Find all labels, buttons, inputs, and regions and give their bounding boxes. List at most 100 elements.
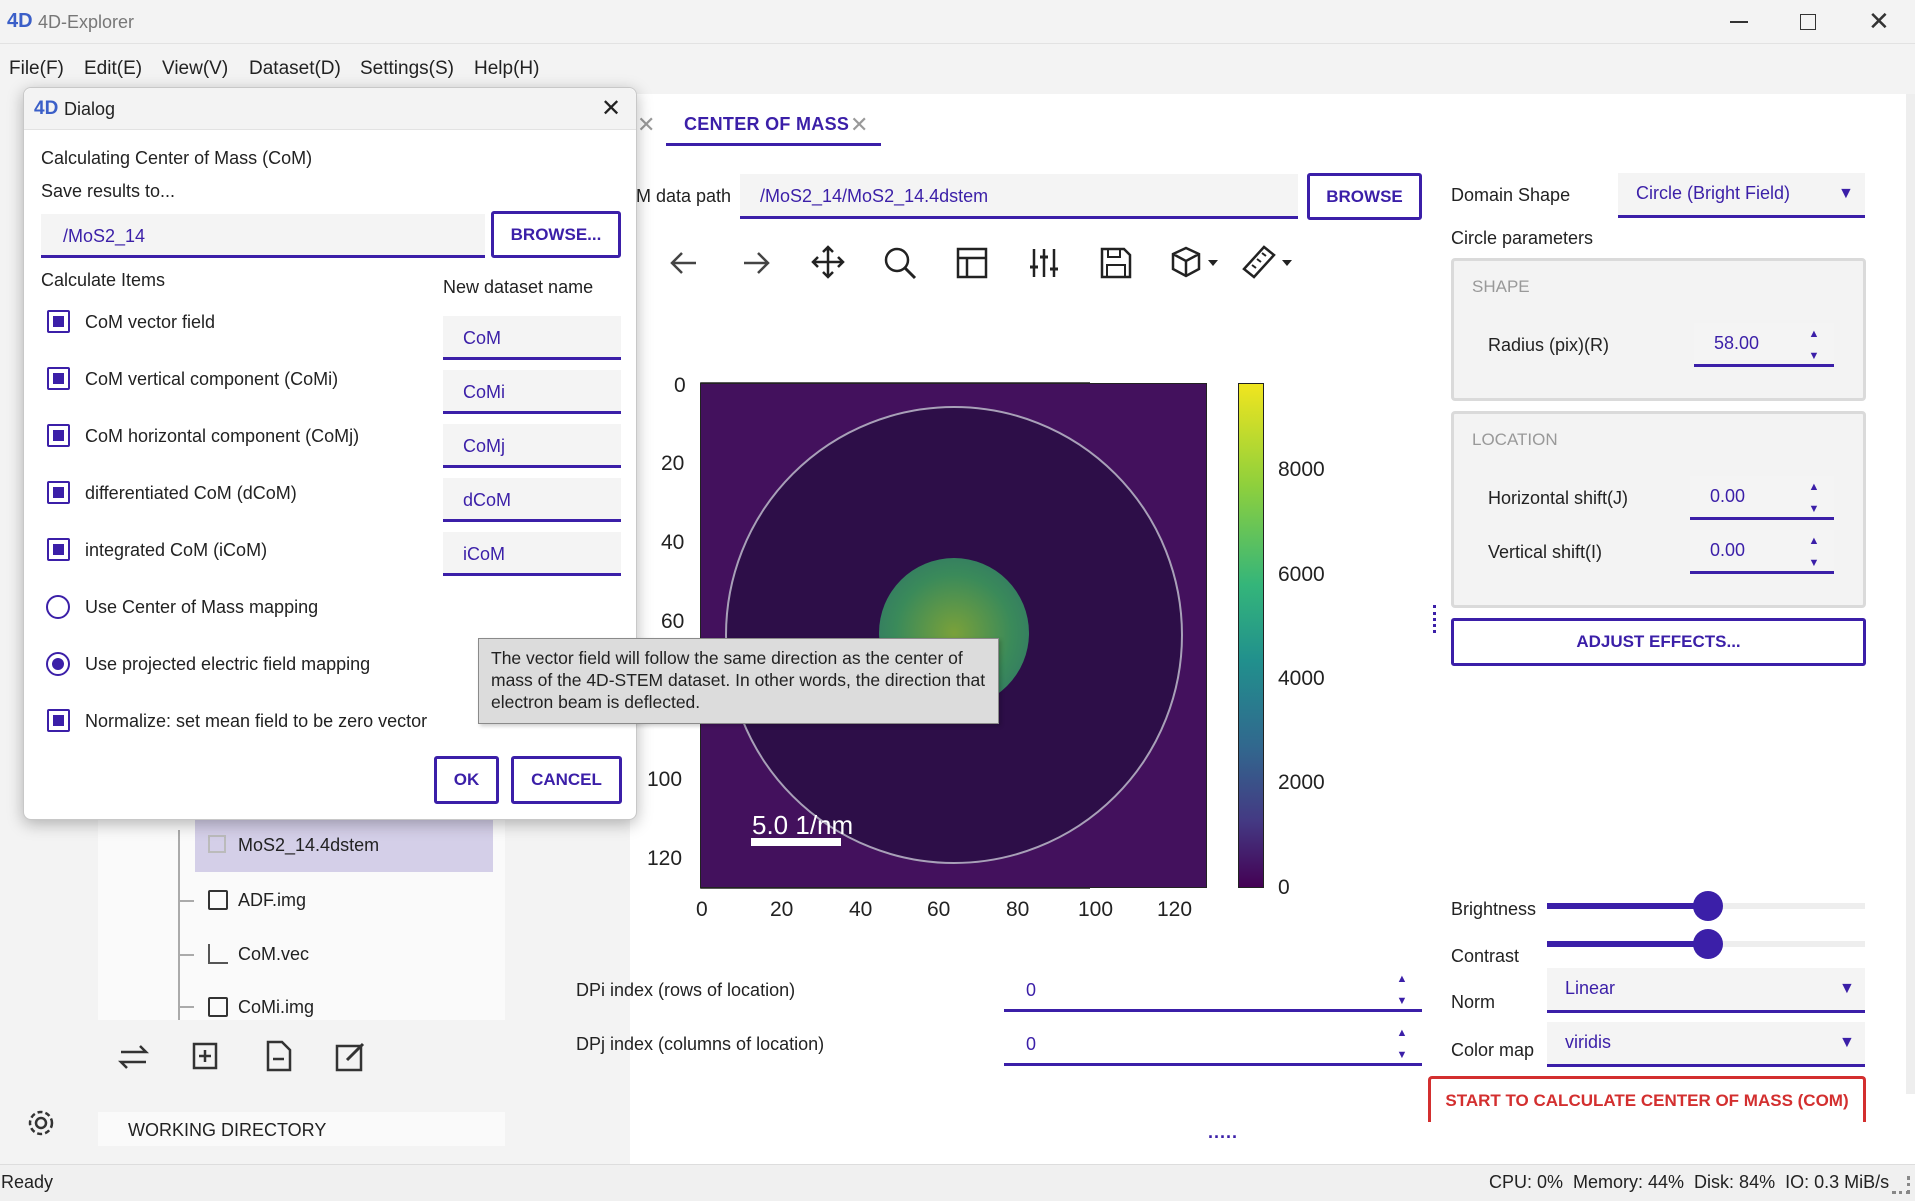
spin-arrows[interactable]: ▲ ▼ xyxy=(1806,323,1822,367)
maximize-icon[interactable] xyxy=(1800,14,1816,30)
dpi-input[interactable]: 0 ▲ ▼ xyxy=(1004,970,1422,1012)
icom-checkbox[interactable] xyxy=(47,538,70,561)
cancel-button[interactable]: CANCEL xyxy=(511,756,622,804)
hshift-input[interactable]: 0.00 ▲ ▼ xyxy=(1690,476,1834,520)
tree-item-label[interactable]: MoS2_14.4dstem xyxy=(238,835,379,856)
cube-dropdown-icon[interactable] xyxy=(1170,245,1222,279)
menu-settings[interactable]: Settings(S) xyxy=(360,58,454,80)
zoom-icon[interactable] xyxy=(883,246,917,280)
adjust-sliders-icon[interactable] xyxy=(1028,247,1060,279)
save-icon[interactable] xyxy=(1100,247,1132,279)
spin-arrows[interactable]: ▲ ▼ xyxy=(1806,476,1822,520)
comi-checkbox[interactable] xyxy=(47,367,70,390)
brightness-slider[interactable] xyxy=(1547,891,1865,921)
spin-arrows[interactable]: ▲ ▼ xyxy=(1806,530,1822,574)
image-icon xyxy=(208,890,228,910)
contrast-handle[interactable] xyxy=(1693,929,1723,959)
radius-label: Radius (pix)(R) xyxy=(1488,335,1610,355)
forward-arrow-icon[interactable] xyxy=(740,247,772,279)
tab-center-of-mass[interactable]: CENTER OF MASS ✕ xyxy=(666,106,881,146)
com-vector-checkbox[interactable] xyxy=(47,310,70,333)
efield-mapping-radio[interactable] xyxy=(46,652,70,676)
pan-icon[interactable] xyxy=(811,245,845,279)
x-tick: 0 xyxy=(696,898,708,921)
norm-dropdown[interactable]: Linear ▼ xyxy=(1547,968,1865,1013)
vertical-splitter-handle[interactable] xyxy=(1433,605,1437,633)
menu-dataset[interactable]: Dataset(D) xyxy=(249,58,341,80)
icom-name-input[interactable]: iCoM xyxy=(443,532,621,576)
comj-label: CoM horizontal component (CoMj) xyxy=(85,426,360,446)
tree-item-label[interactable]: CoMi.img xyxy=(238,997,314,1018)
splitter-handle[interactable]: ..... xyxy=(1208,1122,1238,1143)
ok-button[interactable]: OK xyxy=(434,756,499,804)
menu-bar: File(F) Edit(E) View(V) Dataset(D) Setti… xyxy=(0,52,1915,86)
colorbar-tick: 8000 xyxy=(1278,458,1325,481)
dialog-browse-button[interactable]: BROWSE... xyxy=(491,211,621,258)
comi-name-input[interactable]: CoMi xyxy=(443,370,621,414)
colormap-value: viridis xyxy=(1565,1032,1612,1052)
domain-shape-value: Circle (Bright Field) xyxy=(1636,183,1791,203)
tree-item-label[interactable]: ADF.img xyxy=(238,890,306,911)
com-vector-label: CoM vector field xyxy=(85,312,216,332)
y-tick: 0 xyxy=(674,374,686,397)
comj-name-input[interactable]: CoMj xyxy=(443,424,621,468)
browse-button[interactable]: BROWSE xyxy=(1307,173,1422,220)
menu-view[interactable]: View(V) xyxy=(162,58,228,80)
dcom-checkbox[interactable] xyxy=(47,481,70,504)
data-path-value: /MoS2_14/MoS2_14.4dstem xyxy=(760,186,989,206)
menu-help[interactable]: Help(H) xyxy=(474,58,539,80)
swap-icon[interactable] xyxy=(118,1042,150,1072)
dpi-value: 0 xyxy=(1026,980,1037,1000)
dialog-close-icon[interactable]: ✕ xyxy=(601,94,621,123)
domain-shape-dropdown[interactable]: Circle (Bright Field) ▼ xyxy=(1618,173,1865,218)
remove-file-icon[interactable] xyxy=(264,1040,294,1072)
com-mapping-radio[interactable] xyxy=(46,595,70,619)
settings-gear-icon[interactable] xyxy=(24,1106,58,1140)
comj-checkbox[interactable] xyxy=(47,424,70,447)
normalize-checkbox[interactable] xyxy=(47,709,70,732)
colormap-dropdown[interactable]: viridis ▼ xyxy=(1547,1022,1865,1067)
com-name-input[interactable]: CoM xyxy=(443,316,621,360)
working-directory-bar[interactable]: WORKING DIRECTORY xyxy=(98,1112,505,1146)
right-scrollbar[interactable] xyxy=(1906,94,1915,1094)
vshift-label: Vertical shift(I) xyxy=(1488,542,1603,562)
radius-input[interactable]: 58.00 ▲ ▼ xyxy=(1694,323,1834,367)
brightness-handle[interactable] xyxy=(1693,891,1723,921)
tree-item-label[interactable]: CoM.vec xyxy=(238,944,309,965)
start-com-button[interactable]: START TO CALCULATE CENTER OF MASS (COM) xyxy=(1428,1076,1866,1122)
tab-close-icon[interactable]: ✕ xyxy=(850,112,868,138)
working-directory-label: WORKING DIRECTORY xyxy=(128,1120,327,1140)
app-logo-icon: 4D xyxy=(7,10,33,32)
plot-area[interactable]: 5.0 1/nm xyxy=(700,383,1207,888)
spin-arrows[interactable]: ▲ ▼ xyxy=(1394,1022,1410,1066)
minimize-icon[interactable] xyxy=(1730,21,1748,23)
image-icon xyxy=(208,997,228,1017)
subplot-layout-icon[interactable] xyxy=(956,247,988,279)
add-file-icon[interactable] xyxy=(192,1040,222,1072)
norm-value: Linear xyxy=(1565,978,1616,998)
menu-edit[interactable]: Edit(E) xyxy=(84,58,142,80)
dcom-name-input[interactable]: dCoM xyxy=(443,478,621,522)
menu-file[interactable]: File(F) xyxy=(9,58,64,80)
save-path-input[interactable]: /MoS2_14 xyxy=(41,214,485,258)
adjust-effects-button[interactable]: ADJUST EFFECTS... xyxy=(1451,618,1866,666)
dpj-input[interactable]: 0 ▲ ▼ xyxy=(1004,1024,1422,1066)
colorbar xyxy=(1238,383,1264,888)
y-tick: 20 xyxy=(661,452,685,475)
tab-close-icon[interactable]: ✕ xyxy=(637,112,655,138)
dialog-titlebar xyxy=(24,88,636,130)
edit-icon[interactable] xyxy=(335,1040,367,1072)
contrast-slider[interactable] xyxy=(1547,929,1865,959)
data-path-input[interactable]: /MoS2_14/MoS2_14.4dstem xyxy=(740,174,1298,219)
close-window-icon[interactable]: ✕ xyxy=(1868,6,1890,37)
circle-params-label: Circle parameters xyxy=(1451,228,1594,248)
ruler-dropdown-icon[interactable] xyxy=(1240,243,1296,281)
location-group-title: LOCATION xyxy=(1472,430,1558,449)
spin-arrows[interactable]: ▲ ▼ xyxy=(1394,968,1410,1012)
file-tree-panel: MoS2_14.4dstem ADF.img CoM.vec CoMi.img xyxy=(98,790,505,1020)
vshift-input[interactable]: 0.00 ▲ ▼ xyxy=(1690,530,1834,574)
status-metrics: CPU: 0% Memory: 44% Disk: 84% IO: 0.3 Mi… xyxy=(1489,1172,1890,1192)
back-arrow-icon[interactable] xyxy=(668,247,700,279)
resize-grip-icon[interactable] xyxy=(1892,1176,1910,1194)
tree-line xyxy=(178,830,180,1020)
